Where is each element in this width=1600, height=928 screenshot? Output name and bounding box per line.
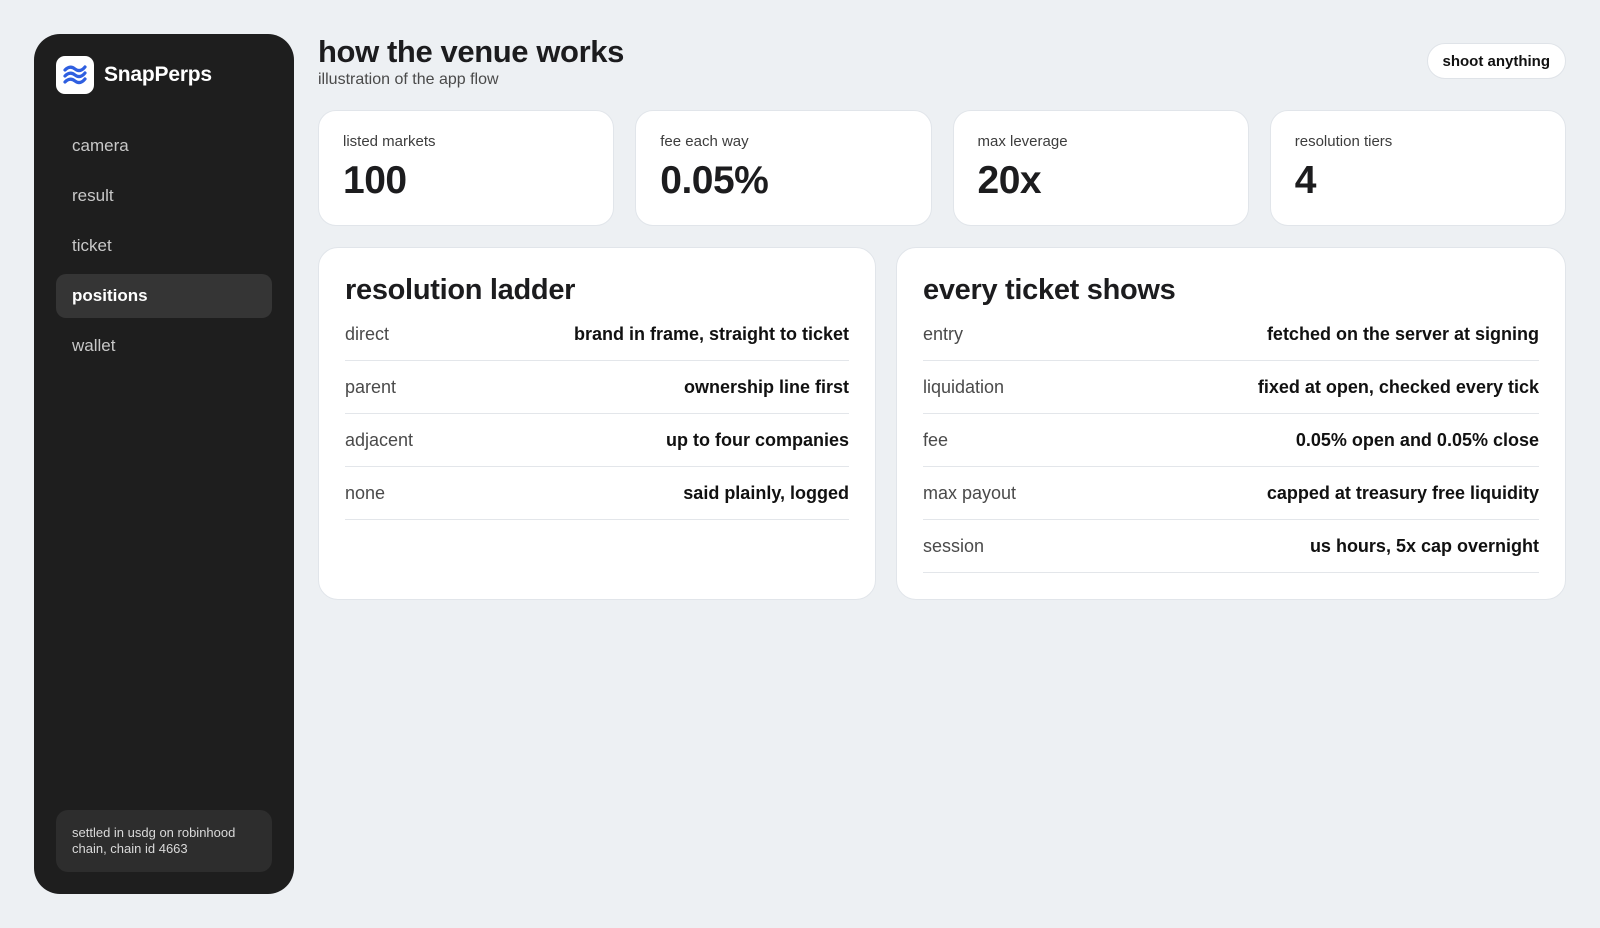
app-name: SnapPerps	[104, 63, 212, 86]
sidebar-nav: camera result ticket positions wallet	[56, 124, 272, 368]
ticket-rows: entry fetched on the server at signing l…	[923, 308, 1539, 573]
row-key: session	[923, 535, 985, 556]
row-value: fixed at open, checked every tick	[1257, 376, 1539, 397]
every-ticket-shows-panel: every ticket shows entry fetched on the …	[896, 247, 1566, 600]
row-key: adjacent	[345, 429, 414, 450]
ladder-rows: direct brand in frame, straight to ticke…	[345, 308, 849, 520]
stat-label: resolution tiers	[1294, 133, 1393, 150]
ticket-row: fee 0.05% open and 0.05% close	[923, 414, 1539, 467]
page-subtitle: illustration of the app flow	[318, 71, 499, 88]
row-value: capped at treasury free liquidity	[1266, 482, 1539, 503]
page-title: how the venue works	[318, 34, 624, 69]
row-key: fee	[923, 429, 949, 450]
row-value: up to four companies	[665, 429, 849, 450]
shoot-anything-button[interactable]: shoot anything	[1426, 43, 1566, 79]
sidebar-item-result[interactable]: result	[56, 174, 272, 218]
panel-title: resolution ladder	[345, 274, 576, 306]
stats-row: listed markets 100 fee each way 0.05% ma…	[318, 110, 1566, 226]
stat-value: 0.05%	[660, 159, 769, 202]
sidebar-item-ticket[interactable]: ticket	[56, 224, 272, 268]
ticket-row: entry fetched on the server at signing	[923, 308, 1539, 361]
row-value: fetched on the server at signing	[1266, 323, 1539, 344]
stat-card-fee-each-way: fee each way 0.05%	[635, 110, 932, 226]
stat-value: 4	[1294, 159, 1317, 202]
settlement-note: settled in usdg on robinhood chain, chai…	[56, 810, 272, 872]
ladder-row: direct brand in frame, straight to ticke…	[345, 308, 849, 361]
row-key: direct	[345, 323, 390, 344]
panel-title: every ticket shows	[923, 274, 1176, 306]
stat-label: fee each way	[660, 133, 749, 150]
ladder-row: none said plainly, logged	[345, 467, 849, 520]
stat-card-max-leverage: max leverage 20x	[952, 110, 1249, 226]
row-key: parent	[345, 376, 397, 397]
ticket-row: session us hours, 5x cap overnight	[923, 520, 1539, 573]
sidebar-item-positions[interactable]: positions	[56, 274, 272, 318]
row-value: ownership line first	[683, 376, 849, 397]
ticket-row: max payout capped at treasury free liqui…	[923, 467, 1539, 520]
row-key: entry	[923, 323, 964, 344]
stat-label: listed markets	[343, 133, 436, 150]
stat-value: 20x	[977, 159, 1042, 202]
snapperps-logo-icon	[56, 56, 94, 94]
stat-card-resolution-tiers: resolution tiers 4	[1269, 110, 1566, 226]
row-value: us hours, 5x cap overnight	[1309, 535, 1539, 556]
sidebar: SnapPerps camera result ticket positions…	[34, 34, 294, 894]
sidebar-item-wallet[interactable]: wallet	[56, 324, 272, 368]
sidebar-item-camera[interactable]: camera	[56, 124, 272, 168]
ladder-row: parent ownership line first	[345, 361, 849, 414]
ladder-row: adjacent up to four companies	[345, 414, 849, 467]
stat-label: max leverage	[977, 133, 1068, 150]
row-value: brand in frame, straight to ticket	[573, 323, 849, 344]
row-key: none	[345, 482, 386, 503]
row-value: 0.05% open and 0.05% close	[1295, 429, 1539, 450]
resolution-ladder-panel: resolution ladder direct brand in frame,…	[318, 247, 876, 600]
stat-card-listed-markets: listed markets 100	[318, 110, 615, 226]
stat-value: 100	[343, 159, 407, 202]
ticket-row: liquidation fixed at open, checked every…	[923, 361, 1539, 414]
brand[interactable]: SnapPerps	[56, 56, 272, 94]
row-key: max payout	[923, 482, 1017, 503]
row-value: said plainly, logged	[683, 482, 849, 503]
row-key: liquidation	[923, 376, 1005, 397]
